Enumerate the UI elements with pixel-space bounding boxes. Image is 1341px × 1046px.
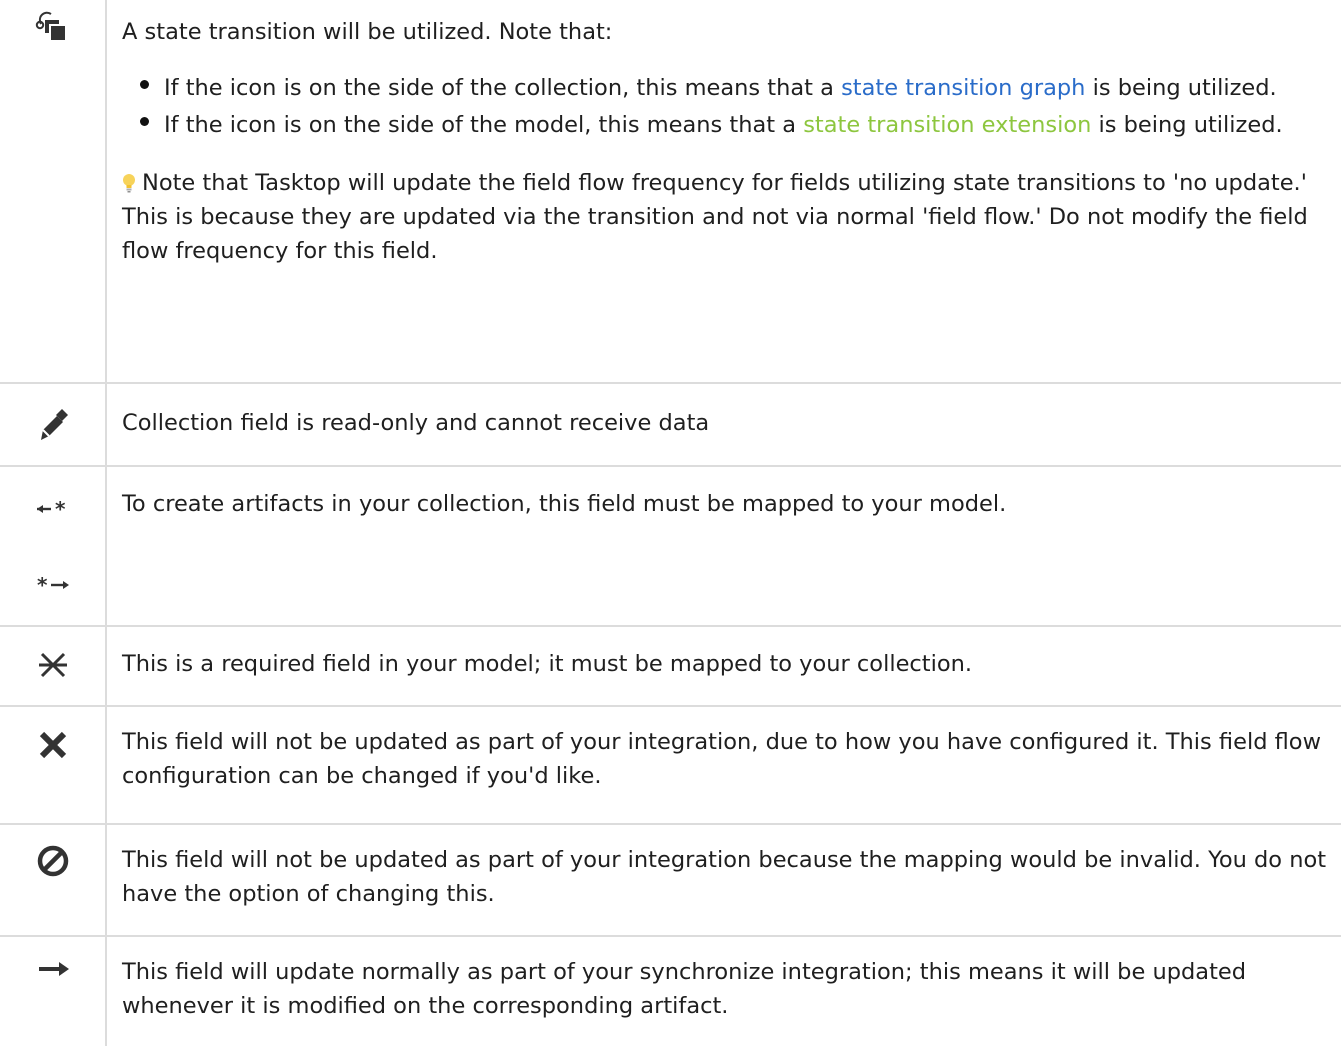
legend-icon-cell bbox=[0, 824, 107, 937]
legend-row-state-transition: A state transition will be utilized. Not… bbox=[0, 0, 1341, 384]
legend-row-required-field: This is a required field in your model; … bbox=[0, 626, 1341, 707]
required-field-text: This is a required field in your model; … bbox=[122, 651, 973, 677]
legend-description-cell: This field will not be updated as part o… bbox=[106, 706, 1341, 825]
legend-icon-cell bbox=[0, 706, 107, 825]
legend-row-not-updated-configured: This field will not be updated as part o… bbox=[0, 706, 1341, 825]
note-text: Note that Tasktop will update the field … bbox=[122, 170, 1308, 264]
legend-description-cell: This field will update normally as part … bbox=[106, 936, 1341, 1046]
legend-description-cell: A state transition will be utilized. Not… bbox=[106, 0, 1341, 384]
bullet-text: is being utilized. bbox=[1091, 112, 1283, 138]
svg-text:*: * bbox=[37, 575, 48, 595]
state-transition-extension-link[interactable]: state transition extension bbox=[803, 112, 1091, 138]
required-mapping-text: To create artifacts in your collection, … bbox=[122, 491, 1007, 517]
legend-row-required-mapping: * * To create artifacts in your collecti… bbox=[0, 466, 1341, 627]
bullet-text: is being utilized. bbox=[1085, 75, 1277, 101]
legend-icon-cell bbox=[0, 936, 107, 1046]
bullet-item-extension: If the icon is on the side of the model,… bbox=[122, 108, 1341, 142]
bullet-item-graph: If the icon is on the side of the collec… bbox=[122, 71, 1341, 105]
state-transition-intro: A state transition will be utilized. Not… bbox=[122, 19, 613, 45]
legend-row-read-only: Collection field is read-only and cannot… bbox=[0, 383, 1341, 467]
not-updated-invalid-text: This field will not be updated as part o… bbox=[122, 847, 1327, 907]
bullet-text: If the icon is on the side of the collec… bbox=[164, 75, 842, 101]
legend-icon-cell bbox=[0, 383, 107, 467]
legend-row-not-updated-invalid: This field will not be updated as part o… bbox=[0, 824, 1341, 937]
legend-icon-cell bbox=[0, 0, 107, 384]
left-arrow-required-icon: * bbox=[0, 499, 105, 519]
asterisk-icon bbox=[0, 647, 105, 683]
state-transition-icon bbox=[0, 8, 105, 44]
update-normally-text: This field will update normally as part … bbox=[122, 959, 1247, 1019]
legend-description-cell: Collection field is read-only and cannot… bbox=[106, 383, 1341, 467]
x-icon bbox=[0, 727, 105, 763]
legend-row-update-normally: This field will update normally as part … bbox=[0, 936, 1341, 1046]
state-transition-graph-link[interactable]: state transition graph bbox=[841, 75, 1085, 101]
right-arrow-icon bbox=[0, 957, 105, 981]
right-arrow-required-icon: * bbox=[0, 575, 105, 595]
svg-text:*: * bbox=[55, 499, 66, 519]
lightbulb-icon bbox=[122, 169, 136, 193]
read-only-text: Collection field is read-only and cannot… bbox=[122, 410, 710, 436]
state-transition-note: Note that Tasktop will update the field … bbox=[122, 166, 1341, 268]
legend-description-cell: This is a required field in your model; … bbox=[106, 626, 1341, 707]
bullet-text: If the icon is on the side of the model,… bbox=[164, 112, 804, 138]
prohibited-icon bbox=[0, 843, 105, 879]
not-updated-configured-text: This field will not be updated as part o… bbox=[122, 729, 1321, 789]
legend-description-cell: To create artifacts in your collection, … bbox=[106, 466, 1341, 627]
legend-description-cell: This field will not be updated as part o… bbox=[106, 824, 1341, 937]
legend-icon-cell bbox=[0, 626, 107, 707]
field-icon-legend-table: A state transition will be utilized. Not… bbox=[0, 0, 1341, 1046]
state-transition-bullet-list: If the icon is on the side of the collec… bbox=[122, 71, 1341, 142]
no-edit-pencil-icon bbox=[0, 406, 105, 442]
legend-icon-cell: * * bbox=[0, 466, 107, 627]
